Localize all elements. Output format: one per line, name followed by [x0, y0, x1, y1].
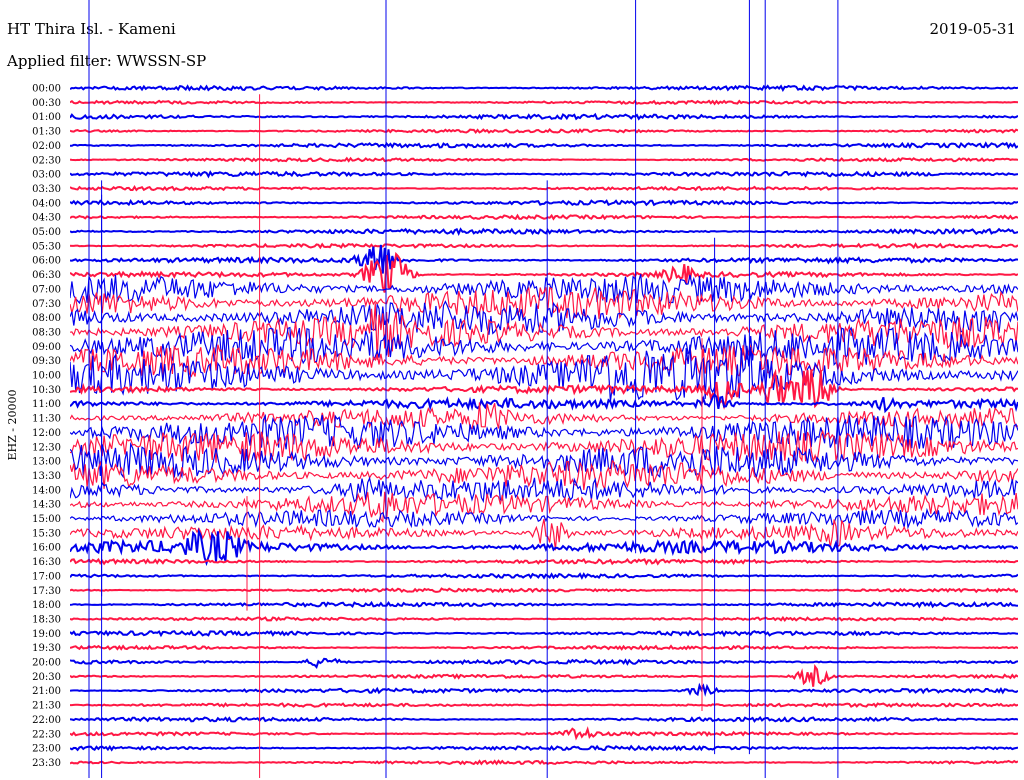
- seismic-trace: [70, 344, 1018, 402]
- seismic-trace: [70, 112, 1018, 121]
- row-time-label: 16:30: [32, 557, 61, 568]
- row-time-label: 03:00: [32, 170, 61, 181]
- seismic-trace: [70, 244, 1018, 274]
- seismic-trace: [70, 274, 1018, 306]
- seismic-trace: [70, 759, 1018, 766]
- row-time-label: 15:00: [32, 514, 61, 525]
- row-time-label: 02:00: [32, 141, 61, 152]
- seismic-trace: [70, 303, 1018, 361]
- row-time-label: 08:30: [32, 327, 61, 338]
- row-time-label: 18:30: [32, 614, 61, 625]
- seismic-trace: [70, 242, 1018, 250]
- seismic-trace: [70, 644, 1018, 651]
- row-time-label: 17:30: [32, 586, 61, 597]
- row-time-label: 00:30: [32, 98, 61, 109]
- row-time-label: 17:00: [32, 571, 61, 582]
- seismic-trace: [70, 392, 1018, 414]
- row-time-label: 13:00: [32, 457, 61, 468]
- row-time-label: 14:00: [32, 485, 61, 496]
- seismic-trace: [70, 128, 1018, 135]
- row-time-label: 23:30: [32, 758, 61, 769]
- row-time-label: 22:30: [32, 729, 61, 740]
- row-time-label: 21:30: [32, 701, 61, 712]
- row-time-label: 12:30: [32, 442, 61, 453]
- seismic-trace: [70, 744, 1018, 752]
- row-time-label: 11:00: [32, 399, 61, 410]
- seismic-trace: [70, 300, 1018, 335]
- row-time-label: 19:30: [32, 643, 61, 654]
- row-time-label: 12:00: [32, 428, 61, 439]
- row-time-label: 09:00: [32, 342, 61, 353]
- row-time-label: 01:30: [32, 127, 61, 138]
- seismic-trace: [70, 663, 1018, 687]
- seismic-trace: [70, 227, 1018, 236]
- row-time-label: 20:30: [32, 672, 61, 683]
- row-time-label: 20:00: [32, 658, 61, 669]
- row-time-label: 16:00: [32, 543, 61, 554]
- row-time-label: 23:00: [32, 744, 61, 755]
- row-time-label: 10:30: [32, 385, 61, 396]
- seismic-trace: [70, 702, 1018, 709]
- seismic-trace: [70, 715, 1018, 723]
- row-time-label: 04:30: [32, 213, 61, 224]
- row-time-label: 21:00: [32, 686, 61, 697]
- row-time-label: 09:30: [32, 356, 61, 367]
- seismic-trace: [70, 476, 1018, 504]
- seismic-trace: [70, 84, 1018, 92]
- seismogram-plot: 00:00 00:30 01:00 01:30 02:00 02:30 03:00 03:30…: [6, 0, 1018, 778]
- row-time-label: 14:30: [32, 500, 61, 511]
- seismic-trace: [70, 199, 1018, 207]
- row-time-label: 10:00: [32, 371, 61, 382]
- row-time-label: 15:30: [32, 528, 61, 539]
- seismic-trace: [70, 156, 1018, 163]
- seismic-trace: [70, 141, 1018, 150]
- row-time-label: 05:00: [32, 227, 61, 238]
- row-time-label: 13:30: [32, 471, 61, 482]
- seismic-trace: [70, 557, 1018, 566]
- row-time-label: 00:00: [32, 84, 61, 95]
- seismic-trace: [70, 184, 1018, 192]
- row-time-label: 07:30: [32, 299, 61, 310]
- seismic-trace: [70, 682, 1018, 697]
- row-time-label: 22:00: [32, 715, 61, 726]
- seismic-trace: [70, 99, 1018, 106]
- row-time-label: 01:00: [32, 112, 61, 123]
- seismic-trace: [70, 629, 1018, 638]
- seismic-trace: [70, 600, 1018, 609]
- seismic-trace: [70, 726, 1018, 741]
- row-labels: 00:00 00:30 01:00 01:30 02:00 02:30 03:00 03:30…: [32, 84, 61, 769]
- row-time-label: 18:00: [32, 600, 61, 611]
- seismic-trace: [70, 527, 1018, 567]
- row-time-label: 08:00: [32, 313, 61, 324]
- seismic-trace: [70, 213, 1018, 221]
- row-time-label: 07:00: [32, 284, 61, 295]
- row-time-label: 06:30: [32, 270, 61, 281]
- row-time-label: 11:30: [32, 414, 61, 425]
- seismic-trace: [70, 170, 1018, 179]
- seismic-trace: [70, 657, 1018, 670]
- row-time-label: 03:30: [32, 184, 61, 195]
- row-time-label: 02:30: [32, 155, 61, 166]
- traces-layer: [70, 84, 1018, 766]
- seismic-trace: [70, 402, 1018, 430]
- seismic-trace: [70, 572, 1018, 580]
- seismic-trace: [70, 507, 1018, 530]
- seismic-trace: [70, 615, 1018, 622]
- row-time-label: 06:00: [32, 256, 61, 267]
- channel-label: EHZ - 20000: [6, 390, 19, 461]
- row-time-label: 04:00: [32, 198, 61, 209]
- row-time-label: 19:00: [32, 629, 61, 640]
- row-time-label: 05:30: [32, 241, 61, 252]
- seismic-trace: [70, 587, 1018, 594]
